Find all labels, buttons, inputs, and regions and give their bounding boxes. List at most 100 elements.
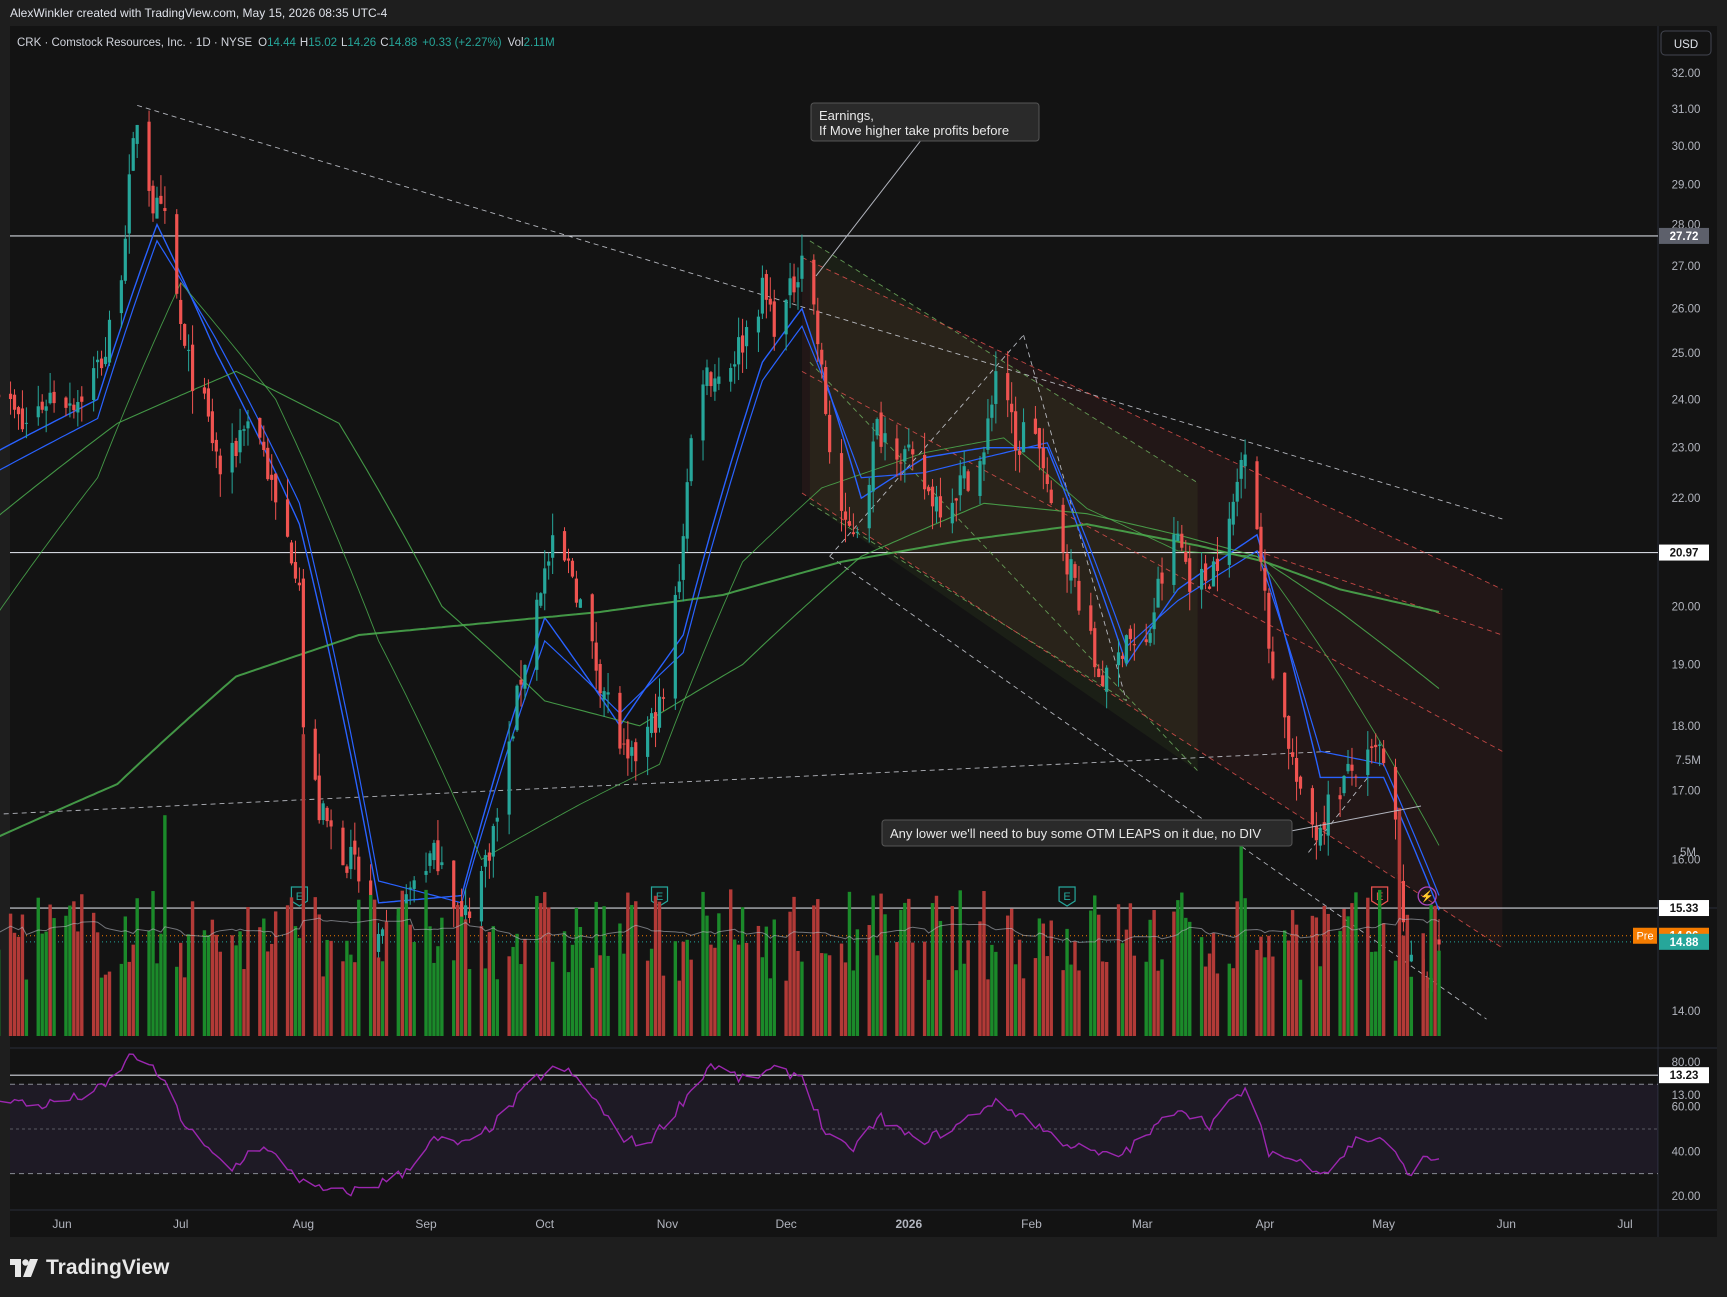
volume-bar — [1437, 950, 1441, 1036]
price-axis-tick: 24.00 — [1672, 394, 1701, 406]
earnings-note-line1: Earnings, — [819, 108, 874, 123]
candle-body — [452, 860, 456, 909]
candle-body — [701, 384, 705, 441]
volume-bar — [452, 960, 456, 1036]
volume-bar — [1235, 901, 1239, 1036]
volume-bar — [440, 917, 444, 1036]
volume-bar — [1354, 892, 1358, 1036]
candle-body — [325, 807, 329, 822]
volume-bar — [313, 897, 317, 1036]
volume-bar — [1089, 910, 1093, 1036]
volume-bar — [677, 980, 681, 1036]
currency-label: USD — [1674, 39, 1698, 51]
candle-body — [1271, 651, 1275, 679]
candle-body — [487, 852, 491, 861]
volume-bar — [463, 919, 468, 1036]
svg-text:CRK · Comstock Resources, Inc.: CRK · Comstock Resources, Inc. · 1D · NY… — [17, 37, 555, 49]
volume-bar — [938, 920, 943, 1036]
volume-bar — [345, 940, 349, 1036]
volume-bar — [91, 912, 96, 1036]
volume-bar — [653, 895, 658, 1036]
candle-body — [1101, 675, 1105, 687]
volume-bar — [827, 955, 832, 1036]
volume-bar — [396, 908, 401, 1036]
candle-body — [1393, 766, 1398, 820]
volume-bar — [380, 961, 385, 1036]
volume-bar — [1041, 923, 1046, 1036]
volume-bar — [135, 898, 139, 1036]
volume-bar — [1310, 915, 1315, 1036]
volume-bar — [986, 979, 990, 1036]
candle-body — [440, 862, 444, 866]
volume-bar — [293, 926, 298, 1036]
volume-bar — [622, 953, 626, 1036]
volume-bar — [823, 953, 828, 1036]
candle-body — [40, 401, 44, 410]
volume-bar — [72, 901, 76, 1036]
candle-body — [464, 905, 468, 916]
price-axis-tick: 16.00 — [1672, 854, 1701, 866]
candle-body — [1401, 880, 1406, 923]
volume-bar — [159, 933, 163, 1036]
volume-bar — [147, 930, 151, 1036]
volume-bar — [1188, 921, 1192, 1036]
symbol-legend[interactable]: CRK · Comstock Resources, Inc. · 1D · NY… — [17, 37, 555, 49]
volume-bar — [1338, 930, 1342, 1036]
volume-bar — [578, 926, 583, 1036]
volume-bar — [202, 930, 207, 1036]
volume-bar — [594, 901, 598, 1036]
candle-body — [1089, 605, 1093, 631]
tradingview-logo[interactable]: TradingView — [10, 1256, 169, 1280]
candle-body — [179, 299, 183, 325]
candle-body — [737, 337, 741, 365]
candle-body — [349, 846, 353, 870]
volume-bar — [744, 942, 749, 1036]
volume-bar — [630, 904, 634, 1036]
price-axis-tick: 14.00 — [1672, 1006, 1701, 1018]
price-axis-tick: 31.00 — [1672, 104, 1701, 116]
volume-bar — [1381, 923, 1386, 1036]
currency-button[interactable]: USD — [1660, 30, 1712, 56]
candle-body — [717, 376, 721, 384]
candle-body — [1006, 373, 1010, 401]
candle-body — [187, 349, 191, 351]
tradingview-logo-icon — [10, 1259, 38, 1277]
candle-body — [1180, 533, 1184, 548]
candle-body — [570, 560, 575, 577]
volume-bar — [879, 893, 883, 1036]
candle-body — [630, 747, 634, 756]
candle-body — [566, 558, 571, 561]
volume-bar — [1160, 959, 1164, 1036]
volume-bar — [772, 919, 776, 1036]
chart-canvas[interactable]: EEEE⚡ 2.5M5M7.5M 20.0040.0060.0080.00 13… — [0, 0, 1727, 1297]
close-label: C — [380, 37, 388, 49]
volume-bar — [681, 941, 685, 1036]
volume-bar — [1318, 966, 1323, 1036]
volume-bar — [467, 969, 472, 1036]
volume-bar — [1021, 978, 1026, 1036]
volume-bar — [661, 975, 666, 1036]
candle-body — [1338, 795, 1342, 800]
volume-bar — [218, 951, 222, 1036]
volume-bar — [843, 962, 848, 1036]
candle-body — [131, 138, 135, 171]
volume-bar — [907, 898, 911, 1036]
candle-body — [175, 214, 179, 294]
volume-bar — [570, 944, 575, 1036]
candle-body — [653, 712, 658, 733]
volume-bar — [16, 936, 21, 1036]
price-label-text: 20.97 — [1670, 548, 1699, 560]
candle-body — [982, 452, 986, 465]
candle-body — [772, 301, 776, 337]
volume-bar — [182, 977, 187, 1036]
candle-body — [1326, 794, 1330, 836]
candle-body — [479, 871, 484, 922]
candle-body — [242, 429, 246, 431]
candle-body — [432, 842, 436, 861]
candle-body — [911, 449, 915, 455]
volume-bar — [1061, 970, 1065, 1036]
candle-body — [1093, 628, 1097, 668]
volume-bar — [871, 895, 875, 1036]
volume-bar — [934, 895, 939, 1036]
candle-body — [883, 433, 887, 443]
